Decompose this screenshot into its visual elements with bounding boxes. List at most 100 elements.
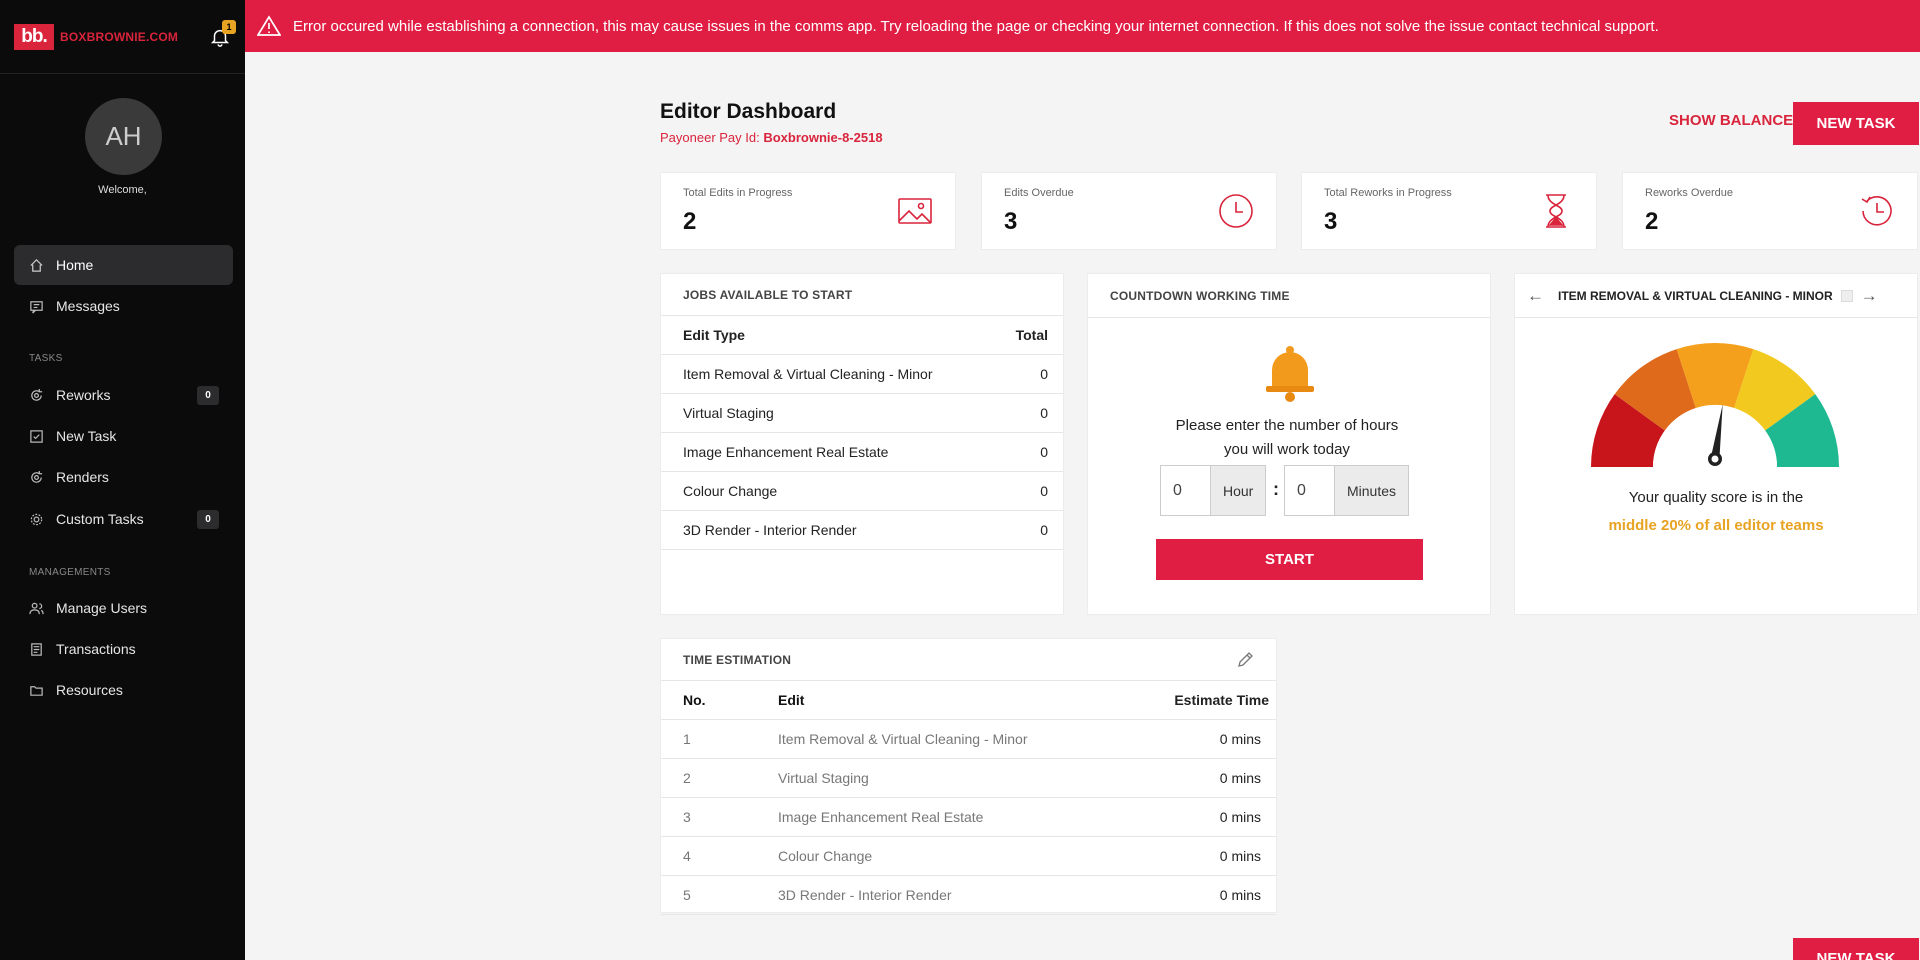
row-time: 0 mins bbox=[1219, 809, 1261, 825]
quality-panel-title: ITEM REMOVAL & VIRTUAL CLEANING - MINOR bbox=[1558, 288, 1833, 303]
stat-card-reworks-overdue: Reworks Overdue 2 bbox=[1622, 172, 1918, 250]
rework-icon bbox=[28, 387, 44, 403]
error-message: Error occured while establishing a conne… bbox=[293, 17, 1659, 35]
sidebar-item-label: Manage Users bbox=[56, 600, 148, 616]
reworks-count-badge: 0 bbox=[197, 386, 219, 405]
sidebar-item-label: Custom Tasks bbox=[56, 511, 144, 527]
minutes-value[interactable]: 0 bbox=[1285, 466, 1335, 515]
edit-type: Image Enhancement Real Estate bbox=[683, 444, 889, 460]
minutes-input[interactable]: 0 Minutes bbox=[1284, 465, 1410, 516]
quality-panel-header: ← ITEM REMOVAL & VIRTUAL CLEANING - MINO… bbox=[1515, 274, 1917, 318]
quality-score-text: Your quality score is in the bbox=[1628, 489, 1804, 506]
table-row[interactable]: Image Enhancement Real Estate 0 bbox=[661, 433, 1063, 472]
stat-value: 3 bbox=[1324, 208, 1338, 235]
col-no: No. bbox=[683, 692, 706, 708]
row-edit: Item Removal & Virtual Cleaning - Minor bbox=[778, 731, 1028, 747]
edit-pencil-icon[interactable] bbox=[1236, 651, 1254, 669]
table-row[interactable]: Virtual Staging 0 bbox=[661, 394, 1063, 433]
folder-icon bbox=[28, 682, 44, 698]
stat-value: 2 bbox=[1645, 208, 1659, 235]
avatar[interactable]: AH bbox=[85, 98, 162, 175]
time-separator: : bbox=[1273, 479, 1279, 499]
countdown-prompt: Please enter the number of hours you wil… bbox=[1088, 414, 1486, 462]
hours-input[interactable]: 0 Hour bbox=[1160, 465, 1267, 516]
minutes-unit: Minutes bbox=[1335, 466, 1409, 515]
stat-value: 3 bbox=[1004, 208, 1018, 235]
gear-icon bbox=[28, 511, 44, 527]
edit-type: Colour Change bbox=[683, 483, 778, 499]
sidebar-item-label: Reworks bbox=[56, 387, 111, 403]
table-row[interactable]: 1 Item Removal & Virtual Cleaning - Mino… bbox=[661, 720, 1276, 759]
connection-error-banner: Error occured while establishing a conne… bbox=[245, 0, 1920, 52]
sidebar-header: bb. BOXBROWNIE.COM 1 bbox=[0, 0, 245, 74]
start-button[interactable]: START bbox=[1156, 539, 1423, 580]
table-row[interactable]: 3D Render - Interior Render 0 bbox=[661, 511, 1063, 550]
table-row[interactable]: 4 Colour Change 0 mins bbox=[661, 837, 1276, 876]
table-row[interactable]: 2 Virtual Staging 0 mins bbox=[661, 759, 1276, 798]
logo-mark[interactable]: bb. bbox=[14, 23, 54, 50]
total: 0 bbox=[1040, 522, 1048, 538]
col-edit-type: Edit Type bbox=[683, 327, 745, 343]
edit-type: Item Removal & Virtual Cleaning - Minor bbox=[683, 366, 933, 382]
sidebar-item-reworks[interactable]: Reworks 0 bbox=[14, 375, 233, 415]
row-edit: Virtual Staging bbox=[778, 770, 869, 786]
home-icon bbox=[28, 257, 44, 273]
edit-type: Virtual Staging bbox=[683, 405, 774, 421]
transactions-icon bbox=[28, 641, 44, 657]
welcome-text: Welcome, bbox=[98, 184, 147, 196]
sidebar-item-renders[interactable]: Renders bbox=[14, 457, 233, 497]
table-row[interactable]: 3 Image Enhancement Real Estate 0 mins bbox=[661, 798, 1276, 837]
stat-label: Total Reworks in Progress bbox=[1324, 187, 1452, 199]
arrow-right-icon[interactable]: → bbox=[1861, 286, 1878, 306]
total: 0 bbox=[1040, 483, 1048, 499]
sidebar-item-manage-users[interactable]: Manage Users bbox=[14, 588, 233, 628]
hours-unit: Hour bbox=[1211, 466, 1266, 515]
stat-label: Total Edits in Progress bbox=[683, 187, 793, 199]
sidebar-item-label: Resources bbox=[56, 682, 123, 698]
quality-gauge bbox=[1591, 343, 1839, 467]
show-balance-button[interactable]: SHOW BALANCE bbox=[1669, 112, 1793, 129]
sidebar: bb. BOXBROWNIE.COM 1 AH Welcome, Home Me… bbox=[0, 0, 245, 960]
stat-card-reworks-in-progress: Total Reworks in Progress 3 bbox=[1301, 172, 1597, 250]
clock-icon bbox=[1219, 194, 1253, 228]
time-estimation-title: TIME ESTIMATION bbox=[683, 652, 792, 667]
sidebar-item-home[interactable]: Home bbox=[14, 245, 233, 285]
hours-value[interactable]: 0 bbox=[1161, 466, 1211, 515]
table-row[interactable]: 5 3D Render - Interior Render 0 mins bbox=[661, 876, 1276, 915]
stat-label: Edits Overdue bbox=[1004, 187, 1074, 199]
section-tasks: TASKS bbox=[29, 353, 63, 364]
row-edit: Image Enhancement Real Estate bbox=[778, 809, 984, 825]
table-row[interactable]: Colour Change 0 bbox=[661, 472, 1063, 511]
row-time: 0 mins bbox=[1219, 848, 1261, 864]
jobs-panel-title: JOBS AVAILABLE TO START bbox=[661, 274, 1063, 316]
time-table-header: No. Edit Estimate Time bbox=[661, 681, 1276, 720]
stat-label: Reworks Overdue bbox=[1645, 187, 1734, 199]
sidebar-item-resources[interactable]: Resources bbox=[14, 670, 233, 710]
sidebar-item-label: Home bbox=[56, 257, 94, 273]
sidebar-item-custom-tasks[interactable]: Custom Tasks 0 bbox=[14, 499, 233, 539]
col-estimate-time: Estimate Time bbox=[1174, 692, 1269, 708]
sidebar-item-transactions[interactable]: Transactions bbox=[14, 629, 233, 669]
new-task-button[interactable]: NEW TASK bbox=[1793, 102, 1919, 145]
pay-id-label: Payoneer Pay Id: bbox=[660, 130, 764, 145]
row-no: 5 bbox=[683, 887, 691, 903]
dropdown-icon[interactable] bbox=[1840, 289, 1853, 302]
time-estimation-panel: TIME ESTIMATION No. Edit Estimate Time 1… bbox=[660, 638, 1277, 915]
countdown-panel-title: COUNTDOWN WORKING TIME bbox=[1088, 274, 1490, 318]
edit-type: 3D Render - Interior Render bbox=[683, 522, 857, 538]
new-task-button-bottom[interactable]: NEW TASK bbox=[1793, 938, 1919, 960]
sidebar-item-label: Messages bbox=[56, 298, 120, 314]
jobs-available-panel: JOBS AVAILABLE TO START Edit Type Total … bbox=[660, 273, 1064, 615]
custom-tasks-count-badge: 0 bbox=[197, 510, 219, 529]
notification-count-badge: 1 bbox=[222, 20, 236, 34]
logo-text[interactable]: BOXBROWNIE.COM bbox=[60, 30, 178, 44]
image-icon bbox=[898, 198, 932, 224]
sidebar-item-messages[interactable]: Messages bbox=[14, 286, 233, 326]
users-icon bbox=[28, 600, 44, 616]
prompt-line-1: Please enter the number of hours bbox=[1175, 417, 1399, 434]
stat-value: 2 bbox=[683, 208, 697, 235]
sidebar-item-new-task[interactable]: New Task bbox=[14, 416, 233, 456]
table-row[interactable]: Item Removal & Virtual Cleaning - Minor … bbox=[661, 355, 1063, 394]
row-no: 1 bbox=[683, 731, 691, 747]
arrow-left-icon[interactable]: ← bbox=[1527, 286, 1544, 306]
